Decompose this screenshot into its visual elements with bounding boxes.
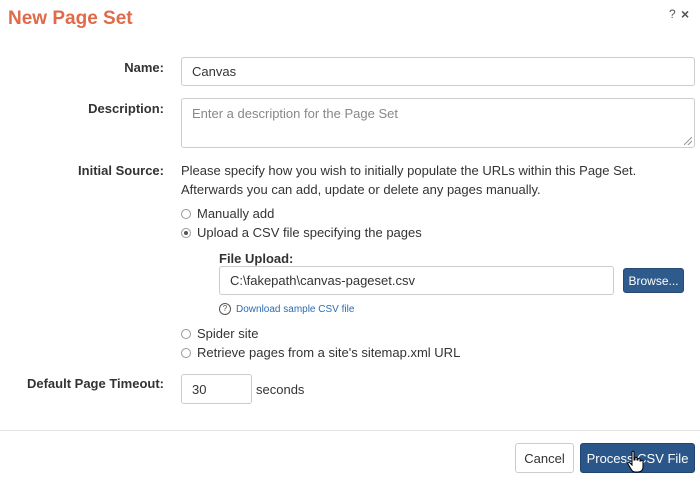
radio-label: Upload a CSV file specifying the pages — [197, 225, 422, 240]
description-textarea[interactable]: Enter a description for the Page Set — [181, 98, 695, 148]
name-input[interactable]: Canvas — [181, 57, 695, 86]
initial-source-label: Initial Source: — [78, 163, 164, 178]
radio-label: Retrieve pages from a site's sitemap.xml… — [197, 345, 461, 360]
timeout-input[interactable]: 30 — [181, 374, 252, 404]
radio-icon[interactable] — [181, 347, 191, 358]
question-circle-icon: ? — [219, 303, 231, 315]
description-placeholder: Enter a description for the Page Set — [192, 106, 398, 121]
resize-handle-icon[interactable] — [684, 137, 692, 145]
download-sample-link[interactable]: ? Download sample CSV file — [219, 303, 354, 315]
help-icon[interactable]: ? — [669, 7, 676, 21]
dialog-title: New Page Set — [8, 8, 133, 29]
radio-icon[interactable] — [181, 328, 191, 339]
radio-spider-site[interactable]: Spider site — [181, 326, 258, 341]
timeout-value: 30 — [192, 381, 207, 397]
description-label: Description: — [88, 101, 164, 116]
initial-source-help-line2: Afterwards you can add, update or delete… — [181, 182, 541, 197]
radio-checked-icon[interactable] — [181, 227, 191, 238]
close-icon[interactable]: × — [681, 6, 689, 22]
radio-label: Manually add — [197, 206, 275, 221]
timeout-unit: seconds — [256, 382, 305, 397]
cancel-button[interactable]: Cancel — [515, 443, 574, 473]
initial-source-help-line1: Please specify how you wish to initially… — [181, 163, 637, 178]
radio-sitemap[interactable]: Retrieve pages from a site's sitemap.xml… — [181, 345, 460, 360]
name-label: Name: — [124, 60, 164, 75]
radio-upload-csv[interactable]: Upload a CSV file specifying the pages — [181, 225, 422, 240]
hand-cursor-icon — [627, 450, 644, 473]
radio-manually-add[interactable]: Manually add — [181, 206, 274, 221]
radio-label: Spider site — [197, 326, 259, 341]
file-upload-label: File Upload: — [219, 251, 294, 266]
download-sample-label[interactable]: Download sample CSV file — [236, 304, 354, 315]
file-upload-value: C:\fakepath\canvas-pageset.csv — [230, 273, 415, 288]
file-upload-input[interactable]: C:\fakepath\canvas-pageset.csv — [219, 266, 614, 295]
browse-button[interactable]: Browse... — [623, 268, 684, 293]
radio-icon[interactable] — [181, 208, 191, 219]
footer-divider — [0, 430, 700, 431]
name-input-value: Canvas — [192, 64, 237, 79]
timeout-label: Default Page Timeout: — [26, 376, 164, 391]
